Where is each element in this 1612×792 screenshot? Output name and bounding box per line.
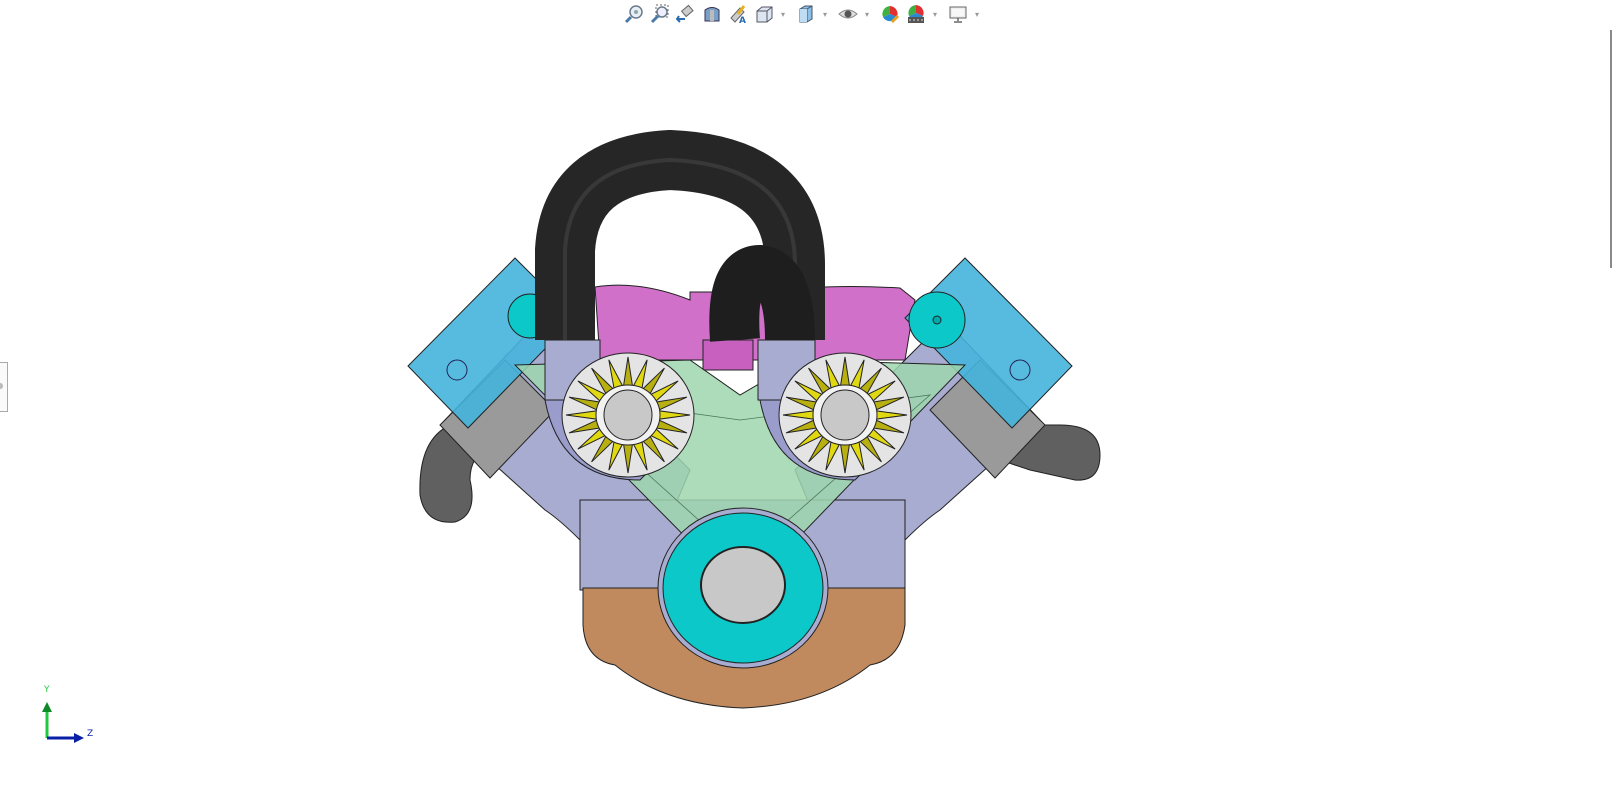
- triad-z-label: Z: [87, 729, 94, 739]
- graphics-area-model-v-engine[interactable]: [0, 0, 1612, 792]
- left-cam-gear: [561, 352, 695, 478]
- right-cam-gear: [778, 352, 912, 478]
- crank-hub: [700, 546, 786, 624]
- triad-y-label: Y: [44, 685, 50, 695]
- view-triad: [42, 702, 84, 743]
